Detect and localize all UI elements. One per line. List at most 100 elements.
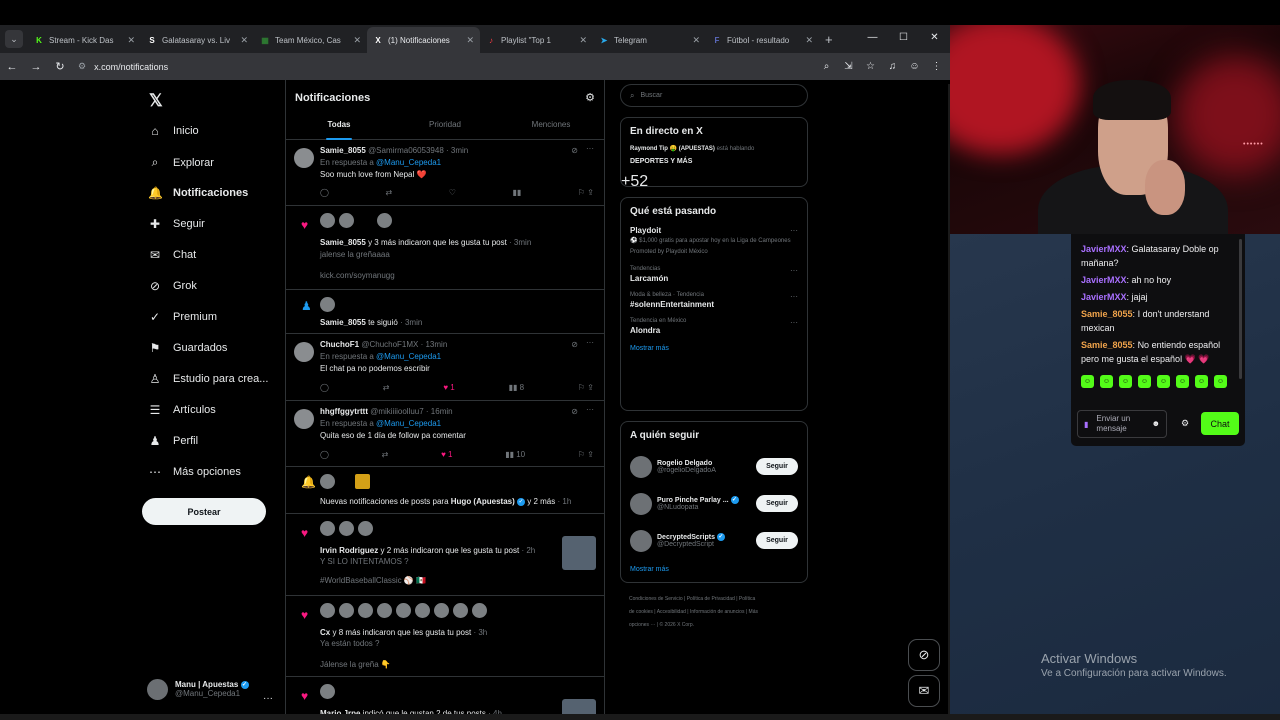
chat-username[interactable]: JavierMXX	[1081, 275, 1127, 285]
show-more-link[interactable]: Mostrar más	[621, 558, 807, 584]
like-icon[interactable]: ♡	[449, 188, 456, 197]
nav-item-guardados[interactable]: ⚑ Guardados	[148, 341, 228, 355]
bookmark-star-icon[interactable]: ☆	[863, 61, 878, 72]
emote-icon[interactable]: ☺	[1081, 375, 1094, 388]
notification-reply[interactable]: hhgffggytrttt @mikiiiioolluu7 · 16min En…	[286, 401, 604, 467]
tab-prioridad[interactable]: Prioridad	[392, 120, 498, 140]
follow-suggestion[interactable]: DecryptedScripts ✓ @DecryptedScript Seguir	[621, 523, 807, 558]
profile-icon[interactable]: ☺	[907, 61, 922, 72]
nav-item-seguir[interactable]: ✚ Seguir	[148, 217, 205, 231]
url-field[interactable]: ⚙ x.com/notifications	[78, 57, 819, 77]
chat-username[interactable]: JavierMXX	[1081, 244, 1127, 254]
repost-icon[interactable]: ⇄	[386, 188, 393, 197]
follow-suggestion[interactable]: Puro Pinche Parlay ... ✓ @NLudopata Seguir	[621, 486, 807, 521]
emote-icon[interactable]: ☺	[1100, 375, 1113, 388]
notification-reply[interactable]: ChuchoF1 @ChuchoF1MX · 13min En respuest…	[286, 334, 604, 401]
nav-item-inicio[interactable]: ⌂ Inicio	[148, 124, 198, 138]
browser-tab[interactable]: ♪ Playlist "Top 1 ✕	[480, 27, 593, 53]
emote-icon[interactable]: ☺	[1138, 375, 1151, 388]
live-host[interactable]: Raymond Tip 🤑 (APUESTAS)	[630, 146, 715, 152]
reply-icon[interactable]: ◯	[320, 450, 329, 459]
more-icon[interactable]: ···	[586, 144, 594, 153]
tab-close-icon[interactable]: ✕	[353, 35, 361, 46]
nav-item-más-opciones[interactable]: ⋯ Más opciones	[148, 465, 241, 479]
reply-to-link[interactable]: @Manu_Cepeda1	[376, 419, 441, 428]
hashtag-text[interactable]: #WorldBaseballClassic ⚾ 🇲🇽	[320, 576, 554, 585]
x-logo-icon[interactable]: 𝕏	[149, 91, 163, 111]
forward-icon[interactable]: →	[24, 61, 48, 73]
back-icon[interactable]: ←	[0, 61, 24, 73]
mic-icon[interactable]: ▮	[1084, 420, 1088, 429]
chat-username[interactable]: Samie_8055	[1081, 340, 1133, 350]
post-button[interactable]: Postear	[142, 498, 266, 525]
close-window-icon[interactable]: ✕	[919, 25, 950, 51]
live-card[interactable]: En directo en X Raymond Tip 🤑 (APUESTAS)…	[620, 117, 808, 190]
reply-icon[interactable]: ◯	[320, 383, 329, 392]
nav-item-explorar[interactable]: ⌕ Explorar	[148, 155, 214, 170]
nav-item-artículos[interactable]: ☰ Artículos	[148, 403, 216, 417]
notification-like[interactable]: ♥ Cx y 8 más indicaron que les gusta tu …	[286, 596, 604, 677]
chat-settings-icon[interactable]: ⚙	[1181, 418, 1189, 429]
grok-icon[interactable]: ⊘	[571, 340, 578, 349]
trend-item[interactable]: Moda & belleza · Tendencia #solennEnterta…	[621, 292, 807, 309]
chat-input[interactable]: ▮ Enviar un mensaje ☻	[1077, 410, 1167, 438]
more-icon[interactable]: ···	[790, 226, 798, 235]
footer-link[interactable]: Accesibilidad	[657, 609, 686, 615]
follow-button[interactable]: Seguir	[756, 495, 798, 512]
more-icon[interactable]: ···	[586, 405, 594, 414]
browser-tab[interactable]: ➤ Telegram ✕	[593, 27, 706, 53]
search-input[interactable]: ⌕ Buscar	[620, 84, 808, 107]
tab-todas[interactable]: Todas	[286, 120, 392, 140]
notification-follow[interactable]: ♟ Samie_8055 te siguió · 3min	[286, 290, 604, 334]
like-icon[interactable]: ♥ 1	[441, 450, 452, 459]
notification-like[interactable]: ♥ Mario Jrpe indicó que le gustan 2 de t…	[286, 677, 604, 718]
nav-item-grok[interactable]: ⊘ Grok	[148, 279, 197, 293]
emote-icon[interactable]: ☺	[1176, 375, 1189, 388]
follow-suggestion[interactable]: Rogelio Delgado @rogelioDelgadoA Seguir	[621, 449, 807, 484]
notification-new-posts[interactable]: 🔔 Nuevas notificaciones de posts para Hu…	[286, 467, 604, 514]
views-icon[interactable]: ▮▮ 10	[505, 450, 525, 459]
chat-send-button[interactable]: Chat	[1201, 412, 1239, 435]
emoji-icon[interactable]: ☻	[1152, 419, 1160, 428]
settings-gear-icon[interactable]: ⚙	[585, 91, 595, 104]
footer-link[interactable]: Política de Privacidad	[687, 596, 735, 602]
grok-icon[interactable]: ⊘	[571, 146, 578, 155]
more-icon[interactable]: ···	[790, 292, 798, 301]
nav-item-premium[interactable]: ✓ Premium	[148, 310, 217, 324]
nav-item-notificaciones[interactable]: 🔔 Notificaciones	[148, 186, 248, 200]
tab-close-icon[interactable]: ✕	[692, 35, 700, 46]
trend-item[interactable]: Playdoit ⚽ $1,000 gratis para apostar hoy…	[621, 226, 807, 257]
footer-link[interactable]: Condiciones de Servicio	[629, 596, 683, 602]
reload-icon[interactable]: ↻	[48, 60, 72, 73]
install-icon[interactable]: ⇲	[841, 61, 856, 72]
tab-close-icon[interactable]: ✕	[805, 35, 813, 46]
notification-reply[interactable]: Samie_8055 @Samirma06053948 · 3min En re…	[286, 140, 604, 206]
media-icon[interactable]: ♫	[885, 61, 900, 72]
more-icon[interactable]: ···	[586, 338, 594, 347]
chat-username[interactable]: Samie_8055	[1081, 309, 1133, 319]
emote-icon[interactable]: ☺	[1157, 375, 1170, 388]
chat-scrollbar[interactable]	[1239, 239, 1242, 379]
user-name[interactable]: hhgffggytrttt	[320, 407, 368, 416]
like-icon[interactable]: ♥ 1	[443, 383, 454, 392]
reply-icon[interactable]: ◯	[320, 188, 329, 197]
new-tab-icon[interactable]: +	[825, 32, 833, 47]
more-icon[interactable]: ···	[254, 682, 282, 715]
browser-tab[interactable]: ▦ Team México, Cas ✕	[254, 27, 367, 53]
tab-close-icon[interactable]: ✕	[127, 35, 135, 46]
user-name[interactable]: Hugo (Apuestas)	[451, 497, 515, 506]
bookmark-icon[interactable]: ⚐ ⇪	[578, 188, 594, 197]
user-name[interactable]: Samie_8055	[320, 318, 366, 327]
user-name[interactable]: Samie_8055	[320, 238, 366, 247]
messages-fab-icon[interactable]: ✉	[908, 675, 940, 707]
tab-close-icon[interactable]: ✕	[240, 35, 248, 46]
footer-link[interactable]: Información de anuncios	[690, 609, 744, 615]
footer-link[interactable]: © 2026 X Corp.	[659, 622, 694, 628]
user-name[interactable]: Cx	[320, 628, 330, 637]
tab-close-icon[interactable]: ✕	[466, 35, 474, 46]
nav-item-estudio-para-crea[interactable]: ♙ Estudio para crea...	[148, 372, 269, 386]
browser-tab[interactable]: F Fútbol - resultado ✕	[706, 27, 819, 53]
user-name[interactable]: Irvin Rodriguez	[320, 546, 378, 555]
post-thumbnail[interactable]	[562, 536, 596, 570]
tab-close-icon[interactable]: ✕	[579, 35, 587, 46]
